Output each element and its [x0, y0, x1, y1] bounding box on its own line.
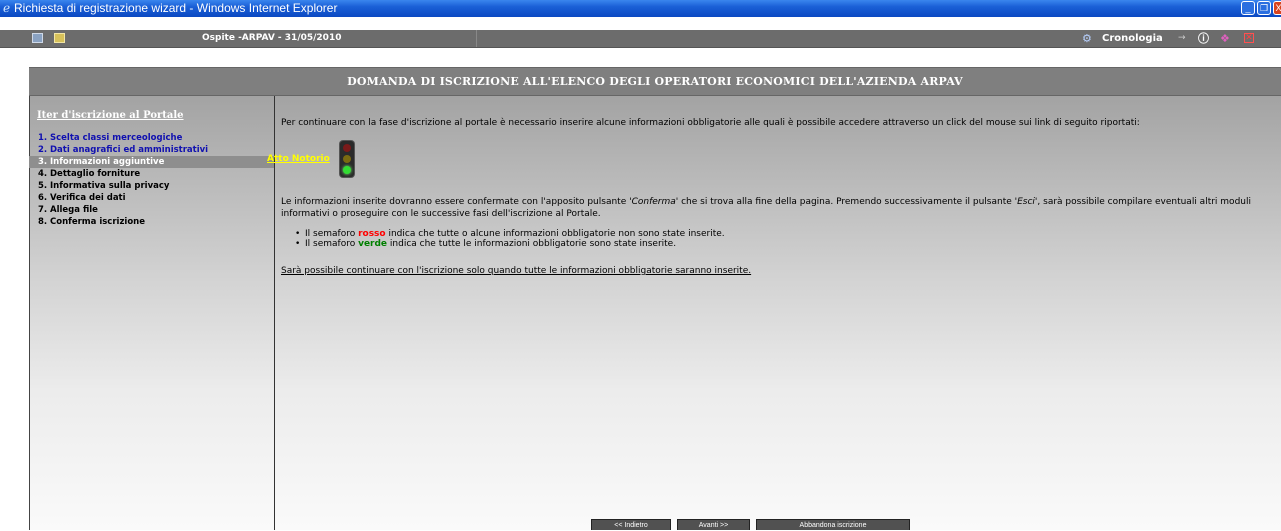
- step-7: 7. Allega file: [38, 205, 98, 215]
- instructions-paragraph: Le informazioni inserite dovranno essere…: [281, 197, 1251, 219]
- intro-text: Per continuare con la fase d'iscrizione …: [281, 118, 1140, 128]
- portal-top-bar: Ospite -ARPAV - 31/05/2010 ⚙ Cronologia …: [0, 30, 1281, 48]
- exit-icon[interactable]: ✕: [1244, 33, 1254, 43]
- step-6: 6. Verifica dei dati: [38, 193, 126, 203]
- green-light: [343, 166, 351, 174]
- wizard-frame: DOMANDA DI ISCRIZIONE ALL'ELENCO DEGLI O…: [29, 67, 1281, 530]
- step-1[interactable]: 1. Scelta classi merceologiche: [29, 132, 274, 144]
- sidebar-title[interactable]: Iter d'iscrizione al Portale: [37, 110, 184, 121]
- collapse-icon[interactable]: [32, 33, 43, 43]
- back-button[interactable]: << Indietro: [591, 519, 671, 530]
- legend-list: Il semaforo rosso indica che tutte o alc…: [295, 229, 725, 249]
- cronologia-link[interactable]: Cronologia: [1102, 30, 1163, 47]
- page-title: DOMANDA DI ISCRIZIONE ALL'ELENCO DEGLI O…: [347, 75, 963, 88]
- step-2[interactable]: 2. Dati anagrafici ed amministrativi: [29, 144, 274, 156]
- step-5: 5. Informativa sulla privacy: [38, 181, 170, 191]
- atto-notorio-link[interactable]: Atto Notorio: [267, 154, 330, 164]
- close-window-button[interactable]: X: [1273, 1, 1281, 15]
- user-date-label: Ospite -ARPAV - 31/05/2010: [202, 33, 342, 43]
- step-3: 3. Informazioni aggiuntive: [29, 156, 274, 168]
- home-icon[interactable]: [54, 33, 65, 43]
- help-icon[interactable]: ❖: [1220, 32, 1230, 45]
- minimize-button[interactable]: _: [1241, 1, 1255, 15]
- info-icon[interactable]: ⓘ: [1198, 32, 1209, 45]
- window-title: Richiesta di registrazione wizard - Wind…: [14, 1, 338, 15]
- red-light: [343, 144, 351, 152]
- yellow-light: [343, 155, 351, 163]
- arrow-right-icon[interactable]: →: [1178, 32, 1186, 45]
- window-title-bar: ℯ Richiesta di registrazione wizard - Wi…: [0, 0, 1281, 17]
- abandon-registration-button[interactable]: Abbandona iscrizione: [756, 519, 910, 530]
- topbar-separator: [476, 30, 477, 47]
- legend-red: Il semaforo rosso indica che tutte o alc…: [295, 229, 725, 239]
- legend-green: Il semaforo verde indica che tutte le in…: [295, 239, 725, 249]
- maximize-button[interactable]: ❐: [1257, 1, 1271, 15]
- step-4: 4. Dettaglio forniture: [38, 169, 141, 179]
- wizard-steps-list: 1. Scelta classi merceologiche 2. Dati ana…: [29, 132, 274, 228]
- step-8: 8. Conferma iscrizione: [38, 217, 145, 227]
- history-icon[interactable]: ⚙: [1082, 32, 1092, 45]
- final-note: Sarà possibile continuare con l'iscrizio…: [281, 266, 752, 276]
- page-header: DOMANDA DI ISCRIZIONE ALL'ELENCO DEGLI O…: [29, 67, 1281, 96]
- next-button[interactable]: Avanti >>: [677, 519, 750, 530]
- traffic-light-icon: [340, 141, 354, 177]
